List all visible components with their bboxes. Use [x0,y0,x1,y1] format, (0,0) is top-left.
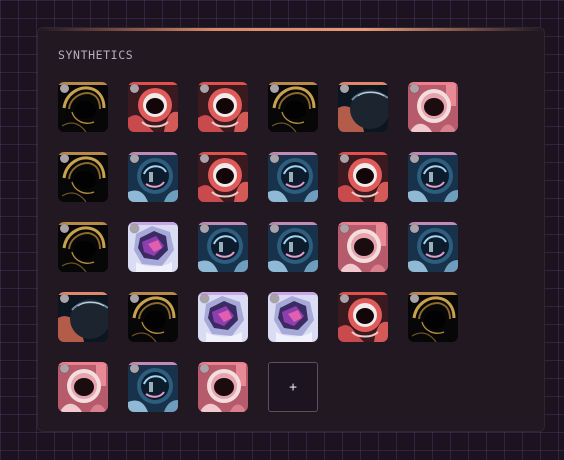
select-dot-icon[interactable] [200,154,209,163]
synthetic-thumbnail-red-suit[interactable] [198,82,248,132]
select-dot-icon[interactable] [340,294,349,303]
panel-title: SYNTHETICS [58,48,134,62]
synthetic-thumbnail-gold-helmet[interactable] [58,82,108,132]
select-dot-icon[interactable] [340,154,349,163]
select-dot-icon[interactable] [200,294,209,303]
synthetic-thumbnail-gold-helmet[interactable] [58,152,108,202]
select-dot-icon[interactable] [130,224,139,233]
synthetic-thumbnail-dark-planet[interactable] [338,82,388,132]
select-dot-icon[interactable] [60,154,69,163]
select-dot-icon[interactable] [410,224,419,233]
synthetic-thumbnail-blue-visor[interactable] [408,222,458,272]
select-dot-icon[interactable] [60,84,69,93]
synthetics-panel: SYNTHETICS + [37,27,545,432]
synthetic-thumbnail-red-suit[interactable] [128,82,178,132]
select-dot-icon[interactable] [200,84,209,93]
synthetic-thumbnail-red-suit[interactable] [338,292,388,342]
synthetic-thumbnail-crystal-helmet[interactable] [268,292,318,342]
synthetic-thumbnail-crystal-helmet[interactable] [198,292,248,342]
select-dot-icon[interactable] [130,364,139,373]
synthetic-thumbnail-blue-visor[interactable] [198,222,248,272]
synthetic-thumbnail-pink-suit[interactable] [198,362,248,412]
add-synthetic-button[interactable]: + [268,362,318,412]
synthetic-thumbnail-blue-visor[interactable] [408,152,458,202]
synthetic-thumbnail-dark-planet[interactable] [58,292,108,342]
select-dot-icon[interactable] [340,224,349,233]
select-dot-icon[interactable] [60,224,69,233]
synthetic-thumbnail-gold-helmet[interactable] [408,292,458,342]
synthetic-thumbnail-gold-helmet[interactable] [268,82,318,132]
select-dot-icon[interactable] [410,84,419,93]
select-dot-icon[interactable] [410,294,419,303]
select-dot-icon[interactable] [60,364,69,373]
select-dot-icon[interactable] [200,364,209,373]
select-dot-icon[interactable] [270,294,279,303]
select-dot-icon[interactable] [130,154,139,163]
select-dot-icon[interactable] [340,84,349,93]
synthetic-thumbnail-gold-helmet[interactable] [128,292,178,342]
synthetic-thumbnail-blue-visor[interactable] [268,152,318,202]
select-dot-icon[interactable] [270,154,279,163]
synthetic-thumbnail-pink-suit[interactable] [408,82,458,132]
synthetic-thumbnail-blue-visor[interactable] [268,222,318,272]
synthetic-thumbnail-pink-suit[interactable] [58,362,108,412]
select-dot-icon[interactable] [200,224,209,233]
select-dot-icon[interactable] [410,154,419,163]
panel-accent-line [38,28,544,31]
select-dot-icon[interactable] [60,294,69,303]
select-dot-icon[interactable] [130,84,139,93]
synthetic-thumbnail-red-suit[interactable] [338,152,388,202]
select-dot-icon[interactable] [270,84,279,93]
plus-icon: + [289,379,297,395]
synthetic-thumbnail-crystal-helmet[interactable] [128,222,178,272]
select-dot-icon[interactable] [270,224,279,233]
synthetic-thumbnail-blue-visor[interactable] [128,152,178,202]
synthetic-thumbnail-red-suit[interactable] [198,152,248,202]
synthetic-thumbnail-blue-visor[interactable] [128,362,178,412]
synthetic-thumbnail-pink-suit[interactable] [338,222,388,272]
synthetic-thumbnail-gold-helmet[interactable] [58,222,108,272]
select-dot-icon[interactable] [130,294,139,303]
thumbnail-grid: + [58,82,538,422]
